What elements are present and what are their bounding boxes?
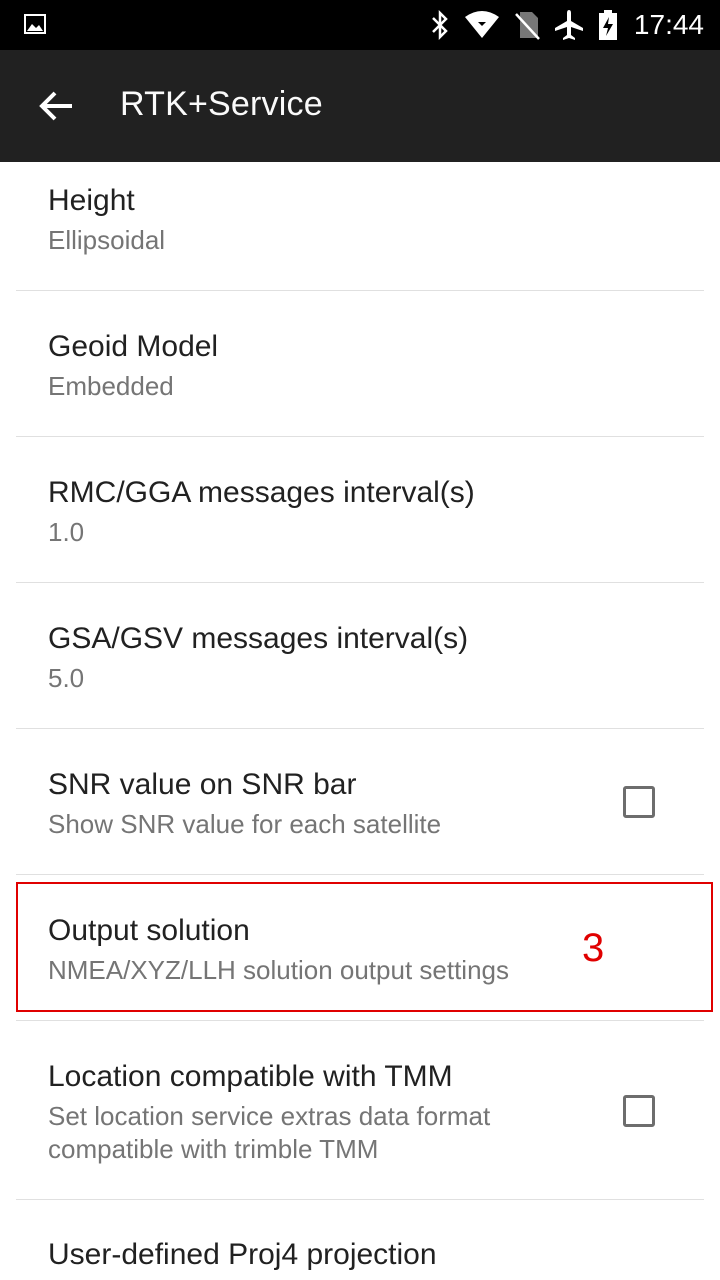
pref-rmc-gga-interval[interactable]: RMC/GGA messages interval(s) 1.0 bbox=[0, 437, 720, 582]
pref-summary-line1: Set location service extras data format bbox=[48, 1101, 491, 1131]
arrow-left-icon bbox=[39, 91, 72, 121]
pref-summary: NMEA/XYZ/LLH solution output settings bbox=[48, 955, 510, 985]
pref-summary: Embedded bbox=[48, 371, 174, 401]
pref-summary-line2: compatible with trimble TMM bbox=[48, 1134, 379, 1164]
annotation-label: 3 bbox=[582, 926, 605, 970]
wifi-icon bbox=[464, 11, 499, 38]
pref-summary: 5.0 bbox=[48, 663, 85, 693]
pref-title: User-defined Proj4 projection bbox=[48, 1238, 437, 1271]
pref-title: Location compatible with TMM bbox=[48, 1060, 453, 1093]
pref-user-proj4[interactable]: User-defined Proj4 projection bbox=[0, 1200, 720, 1280]
status-bar: 17:44 bbox=[0, 0, 720, 50]
pref-summary: Show SNR value for each satellite bbox=[48, 809, 442, 839]
pref-title: GSA/GSV messages interval(s) bbox=[48, 622, 469, 655]
pref-title: SNR value on SNR bar bbox=[48, 768, 357, 801]
pref-height[interactable]: Height Ellipsoidal bbox=[0, 162, 720, 290]
location-tmm-checkbox[interactable] bbox=[623, 1095, 655, 1127]
bluetooth-icon bbox=[432, 10, 448, 40]
pref-title: Height bbox=[48, 184, 135, 217]
pref-title: Geoid Model bbox=[48, 330, 219, 363]
app-bar: RTK+Service bbox=[0, 50, 720, 162]
back-button[interactable] bbox=[20, 72, 92, 140]
page-title: RTK+Service bbox=[120, 85, 323, 123]
battery-charging-icon bbox=[598, 10, 617, 40]
pref-gsa-gsv-interval[interactable]: GSA/GSV messages interval(s) 5.0 bbox=[0, 583, 720, 728]
pref-output-solution[interactable]: Output solution NMEA/XYZ/LLH solution ou… bbox=[0, 875, 720, 1020]
status-time: 17:44 bbox=[633, 9, 704, 40]
airplane-icon bbox=[554, 10, 583, 40]
pref-title: Output solution bbox=[48, 914, 250, 947]
pref-summary: 1.0 bbox=[48, 517, 85, 547]
pref-snr-value[interactable]: SNR value on SNR bar Show SNR value for … bbox=[0, 729, 720, 874]
snr-value-checkbox[interactable] bbox=[623, 786, 655, 818]
pref-summary: Ellipsoidal bbox=[48, 225, 166, 255]
pref-geoid-model[interactable]: Geoid Model Embedded bbox=[0, 291, 720, 436]
pref-title: RMC/GGA messages interval(s) bbox=[48, 476, 475, 509]
pref-location-tmm[interactable]: Location compatible with TMM Set locatio… bbox=[0, 1021, 720, 1200]
gallery-icon bbox=[24, 14, 46, 34]
no-sim-icon bbox=[515, 12, 540, 40]
